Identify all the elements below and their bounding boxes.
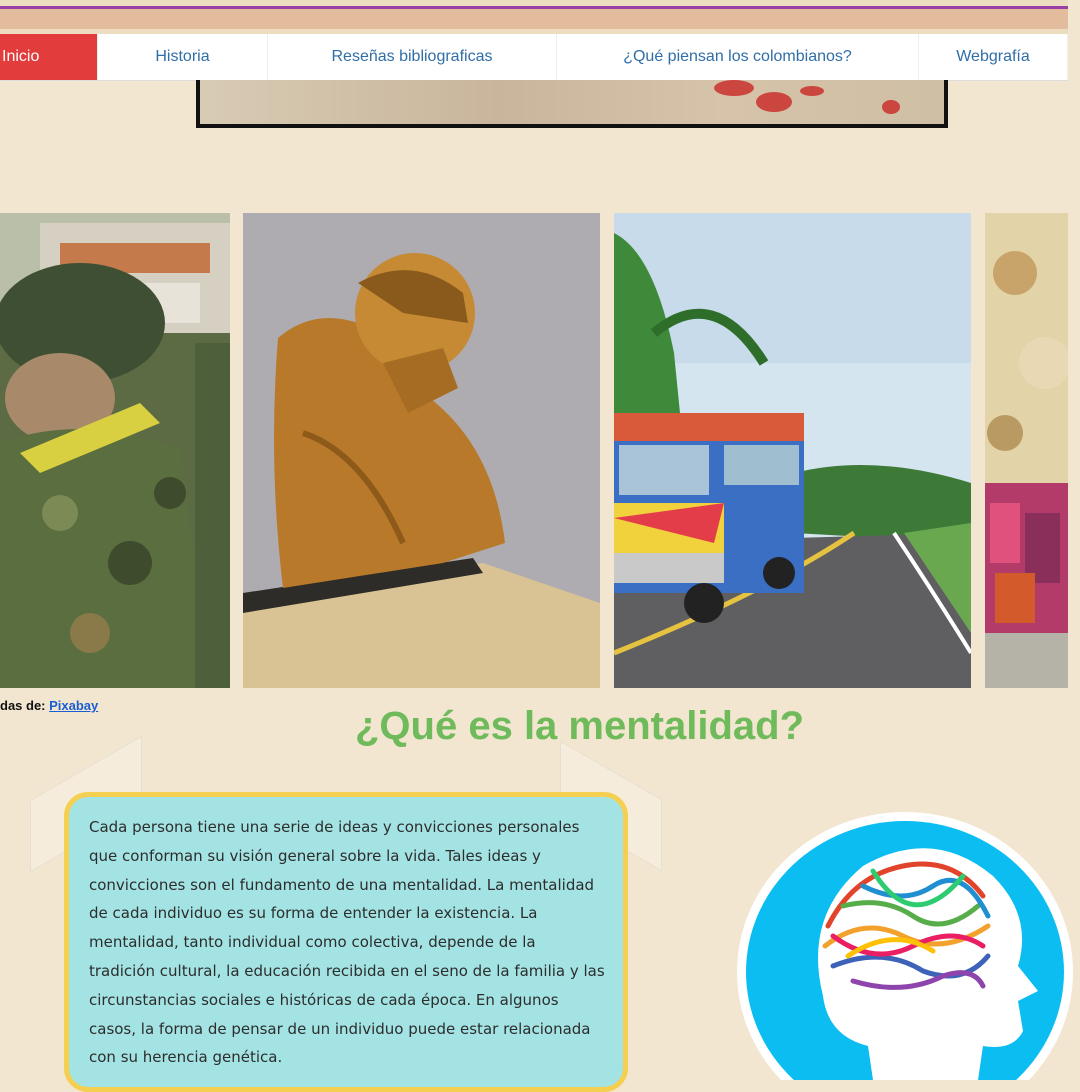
top-band [0,9,1068,29]
pixabay-link[interactable]: Pixabay [49,698,98,713]
chiva-bus-photo-icon [614,213,971,688]
definition-box: Cada persona tiene una serie de ideas y … [64,792,628,1092]
photo-credit: das de: Pixabay [0,698,98,713]
nav-label: Reseñas bibliograficas [331,48,493,65]
head-brain-illustration [733,806,1080,1080]
nav-webgrafia[interactable]: Webgrafía [919,34,1068,80]
gallery-image-4 [985,213,1068,688]
nav-inicio[interactable]: Inicio [0,34,98,80]
nav-label: Webgrafía [956,48,1030,65]
gallery-image-3 [614,213,971,688]
main-nav: Inicio Historia Reseñas bibliograficas ¿… [0,34,1068,81]
head-brain-icon [737,812,1073,1080]
header-banner [196,80,948,128]
nav-label: Historia [155,48,210,65]
nav-resenas[interactable]: Reseñas bibliograficas [268,34,557,80]
bronze-bust-photo-icon [243,213,600,688]
nav-colombianos[interactable]: ¿Qué piensan los colombianos? [557,34,919,80]
market-wall-photo-icon [985,213,1068,688]
credit-prefix: das de: [0,698,50,713]
gallery-image-1 [0,213,230,688]
soldier-photo-icon [0,213,230,688]
nav-historia[interactable]: Historia [98,34,268,80]
section-heading: ¿Qué es la mentalidad? [355,704,805,748]
gallery-image-2 [243,213,600,688]
nav-label: ¿Qué piensan los colombianos? [623,48,852,65]
definition-paragraph: Cada persona tiene una serie de ideas y … [89,818,605,1067]
nav-label: Inicio [2,48,40,65]
